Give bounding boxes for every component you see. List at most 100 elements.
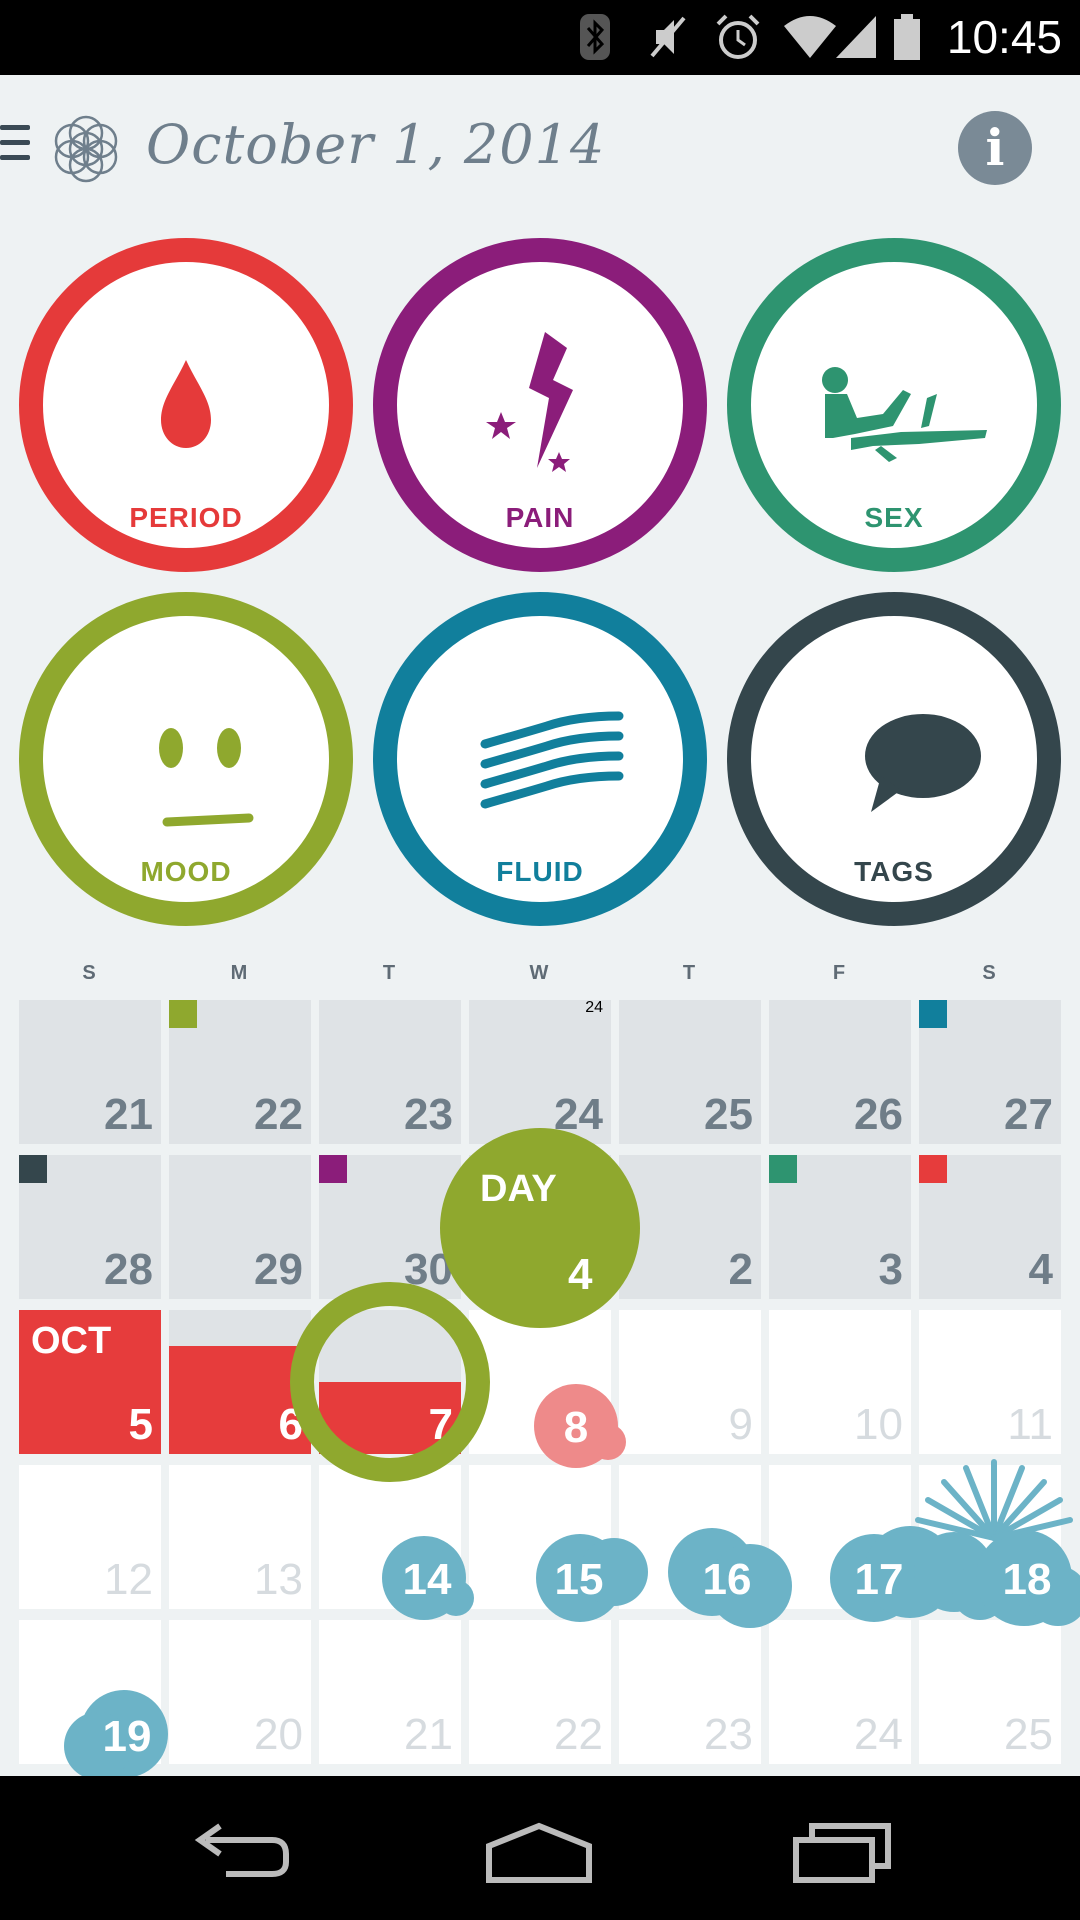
day-cell[interactable]: 11 (919, 1310, 1061, 1454)
day-cell[interactable]: 20 (169, 1620, 311, 1764)
mood-label: MOOD (140, 856, 232, 887)
day-number: 3 (878, 1245, 903, 1294)
day-number: 15 (554, 1555, 604, 1604)
day-cell[interactable]: 25 (619, 1000, 761, 1144)
hamburger-icon[interactable] (0, 125, 30, 169)
day-number: 8 (563, 1403, 589, 1452)
day-number: 26 (854, 1090, 903, 1139)
day-number: 29 (254, 1245, 303, 1294)
day-cell[interactable]: 25 (919, 1620, 1061, 1764)
day-cell[interactable]: 24 (469, 1000, 611, 1144)
day-cell[interactable]: 29 (169, 1155, 311, 1299)
weekday-tue: T (382, 962, 396, 984)
day-cell[interactable]: 27 (919, 1000, 1061, 1144)
day-cell[interactable]: 3 (769, 1155, 911, 1299)
sex-label: SEX (864, 502, 924, 533)
navigation-bar (0, 1776, 1080, 1920)
day-number: 30 (404, 1245, 453, 1294)
day-cell-period[interactable]: 7 (319, 1310, 461, 1454)
day-cell[interactable]: 30 (319, 1155, 461, 1299)
day-cell[interactable]: 21 (319, 1620, 461, 1764)
sex-marker (769, 1155, 797, 1183)
period-label: PERIOD (129, 502, 243, 533)
day-cell[interactable]: 4 (919, 1155, 1061, 1299)
day-number: 19 (102, 1712, 152, 1761)
day-cell[interactable]: 9 (619, 1310, 761, 1454)
fluid-label: FLUID (496, 856, 584, 887)
day-number: 23 (704, 1710, 753, 1759)
day-cell[interactable]: 22 (469, 1620, 611, 1764)
pain-marker (319, 1155, 347, 1183)
day-number: 27 (1004, 1090, 1053, 1139)
home-icon[interactable] (484, 1816, 594, 1886)
day-number: 4 (1028, 1245, 1053, 1294)
wifi-icon (784, 16, 836, 58)
day-number: 20 (254, 1710, 303, 1759)
back-icon[interactable] (186, 1816, 296, 1886)
day-number: 12 (104, 1555, 153, 1604)
tags-label: TAGS (854, 856, 934, 887)
day-cell[interactable]: 21 (19, 1000, 161, 1144)
day-cell[interactable]: 23 (319, 1000, 461, 1144)
period-button[interactable]: PERIOD (19, 238, 353, 572)
pain-button[interactable]: PAIN (373, 238, 707, 572)
weekday-mon: M (230, 962, 248, 984)
signal-icon (836, 16, 876, 58)
fluid-marker (919, 1000, 947, 1028)
battery-icon (894, 14, 920, 60)
header: October 1, 2014 i (0, 75, 1080, 225)
month-label: OCT (31, 1320, 112, 1362)
flower-of-life-logo[interactable] (46, 109, 126, 189)
day-cell[interactable]: 26 (769, 1000, 911, 1144)
weekday-fri: F (832, 962, 846, 984)
day-cell[interactable]: 22 (169, 1000, 311, 1144)
status-bar: 10:45 (0, 0, 1080, 75)
mute-icon (650, 16, 686, 58)
day-number: 7 (428, 1400, 453, 1449)
period-marker (919, 1155, 947, 1183)
day-cell[interactable]: 23 (619, 1620, 761, 1764)
current-day-number: 4 (568, 1250, 593, 1299)
day-cell[interactable]: 28 (19, 1155, 161, 1299)
recent-apps-icon[interactable] (790, 1816, 900, 1886)
day-number: 28 (104, 1245, 153, 1294)
day-number: 11 (1007, 1400, 1053, 1449)
bluetooth-icon (580, 14, 610, 60)
day-number: 18 (1002, 1555, 1052, 1604)
mood-button[interactable]: MOOD (19, 592, 353, 926)
day-number: 16 (702, 1555, 752, 1604)
day-number: 21 (404, 1710, 453, 1759)
day-number: 24 (554, 1090, 603, 1139)
day-number: 10 (854, 1400, 903, 1449)
day-number: 6 (278, 1400, 303, 1449)
tags-marker (19, 1155, 47, 1183)
day-number: 25 (704, 1090, 753, 1139)
day-number: 9 (728, 1400, 753, 1449)
day-number: 24 (854, 1710, 903, 1759)
day-number: 23 (404, 1090, 453, 1139)
day-number: 5 (128, 1400, 153, 1449)
pain-label: PAIN (505, 502, 575, 533)
tags-button[interactable]: TAGS (727, 592, 1061, 926)
day-number: 25 (1004, 1710, 1053, 1759)
day-cell-period[interactable]: OCT 5 (19, 1310, 161, 1454)
day-cell[interactable]: 10 (769, 1310, 911, 1454)
mood-marker (169, 1000, 197, 1028)
fluid-button[interactable]: FLUID (373, 592, 707, 926)
day-cell[interactable]: 2 (619, 1155, 761, 1299)
day-number: 13 (254, 1555, 303, 1604)
clock: 10:45 (946, 11, 1062, 63)
sex-button[interactable]: SEX (727, 238, 1061, 572)
day-cell[interactable]: 12 (19, 1465, 161, 1609)
day-number: 17 (854, 1555, 904, 1604)
weekday-sun: S (82, 962, 96, 984)
date-title[interactable]: October 1, 2014 (146, 113, 605, 176)
weekday-thu: T (682, 962, 696, 984)
alarm-icon (716, 14, 760, 59)
day-cell-period[interactable]: 6 (169, 1310, 311, 1454)
info-icon[interactable]: i (958, 111, 1032, 185)
day-cell[interactable]: 13 (169, 1465, 311, 1609)
current-day-label: DAY (480, 1168, 557, 1210)
day-cell[interactable]: 24 (769, 1620, 911, 1764)
day-number: 2 (728, 1245, 753, 1294)
